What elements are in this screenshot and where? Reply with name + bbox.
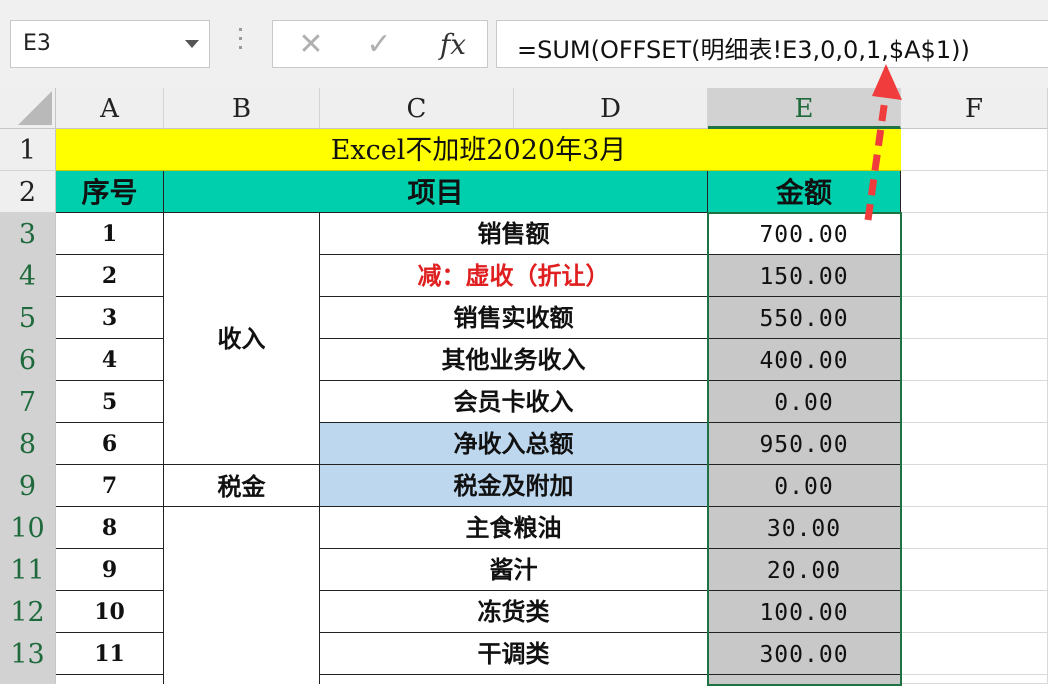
cell-seq[interactable]: 9 — [56, 549, 164, 591]
cell-seq[interactable]: 5 — [56, 381, 164, 423]
cell-seq[interactable]: 2 — [56, 255, 164, 297]
formula-buttons: ✕ ✓ fx — [272, 20, 488, 68]
cell-item[interactable]: 酱汁 — [320, 549, 708, 591]
cell-f3[interactable] — [901, 213, 1048, 255]
cell-f8[interactable] — [901, 423, 1048, 465]
insert-function-icon[interactable]: fx — [433, 27, 473, 63]
cell-amount[interactable]: 100.00 — [708, 591, 901, 633]
cell-f9[interactable] — [901, 465, 1048, 507]
row-header-1[interactable]: 1 — [0, 129, 56, 171]
cell-amount[interactable]: 150.00 — [708, 255, 901, 297]
cell-f14[interactable] — [901, 675, 1048, 684]
cell-seq[interactable]: 3 — [56, 297, 164, 339]
cell-seq[interactable]: 6 — [56, 423, 164, 465]
select-all-icon — [18, 91, 52, 125]
group-expense[interactable] — [164, 507, 320, 684]
name-box[interactable]: E3 — [10, 20, 210, 68]
annotation-arrow-icon — [864, 64, 902, 221]
cell-amount[interactable]: 30.00 — [708, 507, 901, 549]
group-tax[interactable]: 税金 — [164, 465, 320, 507]
enter-icon[interactable]: ✓ — [359, 27, 399, 63]
cell-item[interactable]: 冻货类 — [320, 591, 708, 633]
cell-f6[interactable] — [901, 339, 1048, 381]
row-header-3[interactable]: 3 — [0, 213, 56, 255]
column-header-c[interactable]: C — [320, 88, 514, 129]
cell-amount[interactable] — [708, 675, 901, 684]
cell-amount[interactable]: 0.00 — [708, 465, 901, 507]
cell-f10[interactable] — [901, 507, 1048, 549]
cell-f2[interactable] — [901, 171, 1048, 213]
header-seq[interactable]: 序号 — [56, 171, 164, 213]
cell-seq[interactable]: 1 — [56, 213, 164, 255]
cell-seq[interactable]: 4 — [56, 339, 164, 381]
cancel-icon[interactable]: ✕ — [291, 27, 331, 63]
cell-item[interactable]: 主食粮油 — [320, 507, 708, 549]
row-header-12[interactable]: 12 — [0, 591, 56, 633]
row-header-2[interactable]: 2 — [0, 171, 56, 213]
row-header-5[interactable]: 5 — [0, 297, 56, 339]
drag-handle-icon[interactable] — [238, 28, 244, 58]
cell-item[interactable]: 净收入总额 — [320, 423, 708, 465]
cell-f13[interactable] — [901, 633, 1048, 675]
cell-f4[interactable] — [901, 255, 1048, 297]
column-header-f[interactable]: F — [901, 88, 1048, 129]
select-all-corner[interactable] — [0, 88, 56, 129]
row-header-11[interactable]: 11 — [0, 549, 56, 591]
cell-item[interactable]: 销售额 — [320, 213, 708, 255]
cell-seq[interactable] — [56, 675, 164, 684]
row-header-9[interactable]: 9 — [0, 465, 56, 507]
cell-f7[interactable] — [901, 381, 1048, 423]
row-header-7[interactable]: 7 — [0, 381, 56, 423]
row-header-13[interactable]: 13 — [0, 633, 56, 675]
cell-item[interactable]: 销售实收额 — [320, 297, 708, 339]
cell-item[interactable]: 干调类 — [320, 633, 708, 675]
cell-item[interactable]: 其他业务收入 — [320, 339, 708, 381]
cell-f1[interactable] — [901, 129, 1048, 171]
row-header-4[interactable]: 4 — [0, 255, 56, 297]
cell-f12[interactable] — [901, 591, 1048, 633]
column-header-a[interactable]: A — [56, 88, 164, 129]
formula-input[interactable]: =SUM(OFFSET(明细表!E3,0,0,1,$A$1)) — [496, 20, 1048, 68]
name-box-value: E3 — [23, 31, 51, 56]
cell-seq[interactable]: 7 — [56, 465, 164, 507]
cell-amount[interactable]: 550.00 — [708, 297, 901, 339]
cell-seq[interactable]: 8 — [56, 507, 164, 549]
column-header-d[interactable]: D — [514, 88, 708, 129]
chevron-down-icon[interactable] — [185, 40, 199, 48]
group-income[interactable]: 收入 — [164, 213, 320, 465]
row-header-8[interactable]: 8 — [0, 423, 56, 465]
row-header-10[interactable]: 10 — [0, 507, 56, 549]
cell-seq[interactable]: 11 — [56, 633, 164, 675]
column-header-b[interactable]: B — [164, 88, 320, 129]
sheet-title[interactable]: Excel不加班2020年3月 — [56, 129, 901, 171]
cell-f5[interactable] — [901, 297, 1048, 339]
header-item[interactable]: 项目 — [164, 171, 708, 213]
cell-amount[interactable]: 400.00 — [708, 339, 901, 381]
cell-item[interactable]: 税金及附加 — [320, 465, 708, 507]
row-header-6[interactable]: 6 — [0, 339, 56, 381]
cell-item[interactable]: 减：虚收（折让） — [320, 255, 708, 297]
cell-item[interactable]: 会员卡收入 — [320, 381, 708, 423]
cell-amount[interactable]: 20.00 — [708, 549, 901, 591]
cell-amount[interactable]: 300.00 — [708, 633, 901, 675]
cell-amount[interactable]: 950.00 — [708, 423, 901, 465]
cell-item[interactable] — [320, 675, 708, 684]
row-header-14[interactable] — [0, 675, 56, 684]
cell-amount[interactable]: 0.00 — [708, 381, 901, 423]
cell-f11[interactable] — [901, 549, 1048, 591]
cell-seq[interactable]: 10 — [56, 591, 164, 633]
